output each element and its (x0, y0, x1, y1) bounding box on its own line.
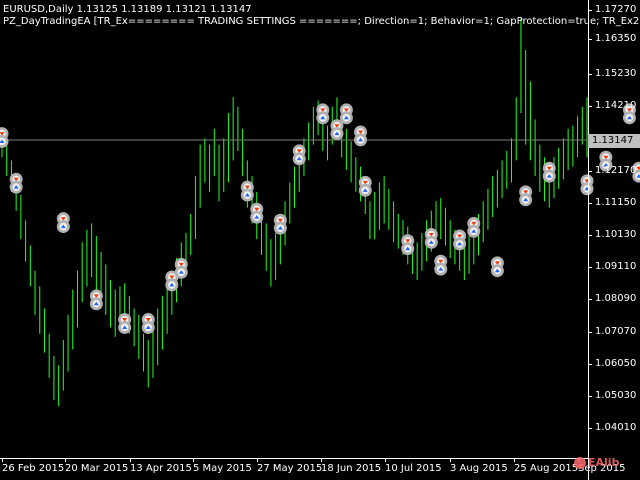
buy-marker (330, 127, 344, 141)
price-tick-label: 1.09110 (595, 261, 637, 273)
price-tick (589, 39, 592, 40)
price-axis[interactable]: 1.17270 1.16350 1.15230 1.14210 1.12170 1.111… (588, 0, 640, 480)
price-chart (0, 18, 640, 407)
price-tick-label: 1.14210 (595, 100, 637, 112)
price-tick-label: 1.10130 (595, 229, 637, 241)
price-tick-label: 1.12170 (595, 164, 637, 176)
price-tick (589, 299, 592, 301)
buy-marker (89, 297, 103, 311)
price-tick (589, 428, 592, 429)
date-tick-label: 13 Apr 2015 (130, 463, 192, 474)
date-tick (2, 459, 3, 462)
price-tick-label: 1.05030 (595, 389, 637, 401)
buy-marker (118, 320, 132, 334)
buy-marker (339, 111, 353, 125)
buy-marker (453, 237, 467, 251)
indicator-info: PZ_DayTradingEA [TR_Ex======== TRADING S… (3, 16, 640, 27)
current-price-tag: 1.13147 (588, 134, 640, 148)
price-tick-label: 1.16350 (595, 33, 637, 44)
price-tick-label: 1.04010 (595, 422, 637, 433)
watermark: EAlib (574, 456, 619, 469)
buy-marker (542, 169, 556, 183)
buy-marker (424, 235, 438, 249)
buy-marker (9, 180, 23, 194)
price-tick (589, 170, 592, 172)
date-tick-label: 20 Mar 2015 (65, 463, 129, 474)
buy-marker (316, 111, 330, 125)
buy-marker (434, 262, 448, 276)
time-axis[interactable]: 26 Feb 2015 20 Mar 2015 13 Apr 2015 5 May 2… (0, 458, 625, 480)
price-tick-label: 1.08090 (595, 293, 637, 305)
buy-marker (174, 265, 188, 279)
date-tick (130, 459, 131, 462)
buy-marker (240, 188, 254, 202)
buy-marker (141, 320, 155, 334)
date-tick-label: 5 May 2015 (193, 463, 252, 474)
date-tick (450, 459, 451, 462)
date-tick (65, 459, 66, 462)
price-tick-label: 1.11150 (595, 196, 637, 208)
price-tick (589, 106, 592, 108)
buy-marker (354, 133, 368, 147)
buy-marker (467, 224, 481, 238)
price-tick (589, 267, 592, 269)
price-bars (1, 18, 588, 407)
price-tick (589, 363, 592, 365)
date-tick (321, 459, 322, 462)
date-tick (385, 459, 386, 462)
price-tick (589, 395, 592, 397)
date-tick-label: 27 May 2015 (257, 463, 323, 474)
date-tick (257, 459, 258, 462)
price-tick (589, 331, 592, 333)
price-tick (589, 74, 592, 76)
price-tick-label: 1.07070 (595, 325, 637, 337)
trade-markers (0, 103, 640, 334)
date-tick (193, 459, 194, 462)
symbol-info: EURUSD,Daily 1.13125 1.13189 1.13121 1.1… (3, 4, 252, 15)
buy-marker (358, 183, 372, 197)
chart-window: EURUSD,Daily 1.13125 1.13189 1.13121 1.1… (0, 0, 640, 480)
buy-marker (519, 193, 533, 207)
price-tick (589, 202, 592, 204)
watermark-text: EAlib (588, 456, 620, 469)
date-tick-label: 3 Aug 2015 (450, 463, 508, 474)
price-tick-label: 1.06050 (595, 357, 637, 369)
price-tick (589, 10, 592, 11)
buy-marker (490, 264, 504, 278)
price-tick-label: 1.15230 (595, 68, 637, 80)
price-tick-label: 1.17270 (595, 4, 637, 15)
date-tick-label: 26 Feb 2015 (2, 463, 65, 474)
buy-marker (273, 221, 287, 235)
buy-marker (250, 210, 264, 224)
ealib-logo-icon (574, 457, 586, 469)
price-tick (589, 235, 592, 237)
chart-header: EURUSD,Daily 1.13125 1.13189 1.13121 1.1… (3, 4, 640, 28)
buy-marker (165, 278, 179, 292)
buy-marker (56, 220, 70, 234)
date-tick-label: 18 Jun 2015 (321, 463, 382, 474)
date-tick-label: 10 Jul 2015 (385, 463, 442, 474)
date-tick-label: 25 Aug 2015 (514, 463, 579, 474)
buy-marker (401, 242, 415, 256)
date-tick (514, 459, 515, 462)
buy-marker (292, 152, 306, 166)
